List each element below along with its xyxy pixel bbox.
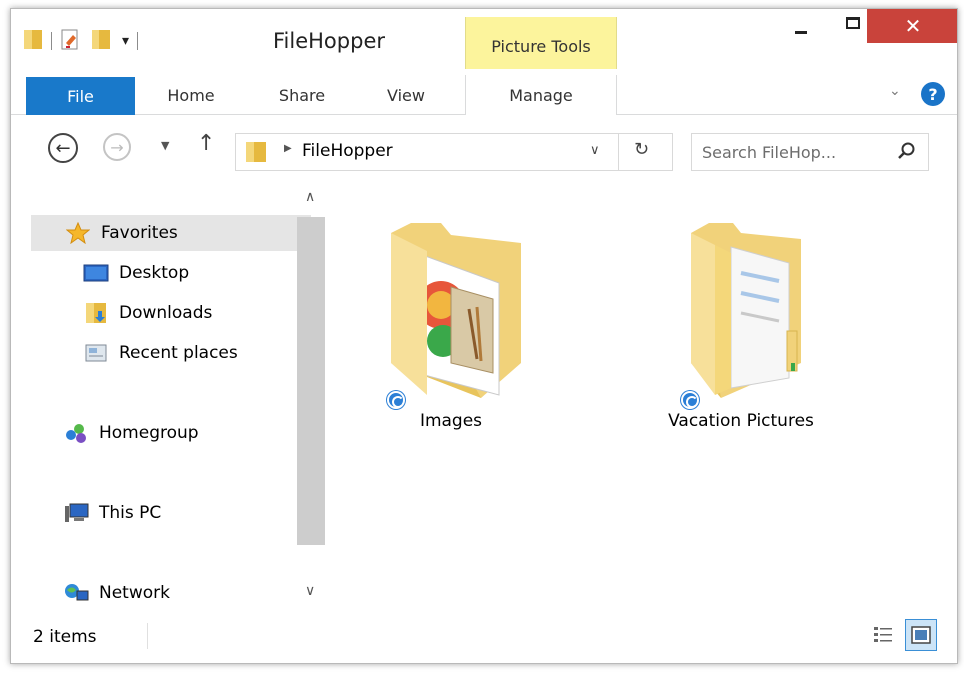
images-folder-icon xyxy=(391,223,521,398)
nav-label: Favorites xyxy=(101,223,178,243)
nav-network[interactable]: Network xyxy=(63,575,170,611)
explorer-window: ▾ FileHopper Picture Tools ✕ File Home S… xyxy=(10,8,958,664)
homegroup-icon xyxy=(63,422,89,444)
close-icon: ✕ xyxy=(904,14,922,38)
navigation-pane: Favorites Desktop Downloads Recent place… xyxy=(11,185,331,615)
downloads-icon xyxy=(83,302,109,324)
search-box[interactable] xyxy=(691,133,929,171)
network-icon xyxy=(63,582,89,604)
maximize-icon xyxy=(846,17,860,29)
nav-desktop[interactable]: Desktop xyxy=(83,255,189,291)
scroll-thumb[interactable] xyxy=(297,217,325,545)
qat-separator xyxy=(51,32,52,50)
ribbon-tabs: File Home Share View Manage ⌄ ? xyxy=(11,75,957,115)
details-view-button[interactable] xyxy=(869,621,897,649)
minimize-icon xyxy=(795,30,807,34)
forward-arrow-icon: → xyxy=(110,137,124,157)
expand-ribbon-icon[interactable]: ⌄ xyxy=(889,83,901,99)
status-bar: 2 items xyxy=(11,615,957,663)
nav-label: Desktop xyxy=(119,263,190,283)
folder-name: Vacation Pictures xyxy=(668,411,814,431)
star-icon xyxy=(65,222,91,244)
quick-access-toolbar: ▾ xyxy=(23,27,139,55)
folder-icon xyxy=(244,140,268,168)
folder-item-images[interactable]: Images xyxy=(341,199,561,439)
address-bar[interactable]: ▶ FileHopper ∨ ↻ xyxy=(235,133,673,171)
up-arrow-icon[interactable]: ↑ xyxy=(197,131,215,156)
nav-this-pc[interactable]: This PC xyxy=(63,495,161,531)
navigation-bar: ← → ▼ ↑ ▶ FileHopper ∨ ↻ xyxy=(11,115,957,185)
window-title: FileHopper xyxy=(273,29,385,53)
computer-icon xyxy=(63,502,89,524)
nav-scrollbar[interactable]: ∧ ∨ xyxy=(297,187,325,607)
nav-favorites[interactable]: Favorites xyxy=(31,215,311,251)
tab-home[interactable]: Home xyxy=(141,75,241,115)
folder-name: Images xyxy=(419,411,483,431)
address-dropdown-icon[interactable]: ∨ xyxy=(590,143,600,158)
properties-icon[interactable] xyxy=(60,27,82,55)
scroll-up-icon[interactable]: ∧ xyxy=(305,189,315,205)
status-separator xyxy=(147,623,148,649)
nav-label: Recent places xyxy=(119,343,238,363)
sync-status-icon xyxy=(387,391,405,409)
title-bar: ▾ FileHopper Picture Tools ✕ xyxy=(11,9,957,75)
nav-recent-places[interactable]: Recent places xyxy=(83,335,238,371)
tab-view[interactable]: View xyxy=(361,75,451,115)
qat-separator xyxy=(137,32,139,50)
large-icons-view-button[interactable] xyxy=(905,619,937,651)
nav-downloads[interactable]: Downloads xyxy=(83,295,212,331)
tab-manage[interactable]: Manage xyxy=(465,75,617,115)
sync-status-icon xyxy=(681,391,699,409)
minimize-button[interactable] xyxy=(779,9,823,43)
back-arrow-icon: ← xyxy=(55,137,71,159)
back-button[interactable]: ← xyxy=(48,133,78,163)
nav-label: Downloads xyxy=(119,303,213,323)
help-icon[interactable]: ? xyxy=(921,82,945,106)
tab-share[interactable]: Share xyxy=(257,75,347,115)
picture-tools-tab-group: Picture Tools xyxy=(465,17,617,69)
forward-button[interactable]: → xyxy=(103,133,131,161)
address-divider xyxy=(618,134,619,170)
folder-item-vacation-pictures[interactable]: Vacation Pictures xyxy=(631,199,851,439)
new-folder-icon[interactable] xyxy=(90,27,112,55)
item-count: 2 items xyxy=(33,627,97,647)
vacation-pictures-folder-icon xyxy=(691,223,801,398)
large-icons-view-icon xyxy=(911,626,931,644)
desktop-icon xyxy=(83,262,109,284)
search-input[interactable] xyxy=(700,140,890,164)
folder-icon[interactable] xyxy=(23,27,43,55)
nav-label: Network xyxy=(99,583,170,603)
scroll-down-icon[interactable]: ∨ xyxy=(305,583,315,599)
nav-label: Homegroup xyxy=(99,423,199,443)
recent-places-icon xyxy=(83,342,109,364)
file-list: Images Vacation Pictures xyxy=(331,185,957,615)
customize-arrow-icon[interactable]: ▾ xyxy=(122,33,129,49)
breadcrumb-chevron-icon[interactable]: ▶ xyxy=(284,143,292,154)
refresh-icon[interactable]: ↻ xyxy=(634,139,649,160)
nav-homegroup[interactable]: Homegroup xyxy=(63,415,199,451)
tab-file[interactable]: File xyxy=(26,77,135,115)
details-view-icon xyxy=(874,627,892,642)
nav-label: This PC xyxy=(99,503,162,523)
search-icon[interactable] xyxy=(897,141,917,165)
recent-locations-icon[interactable]: ▼ xyxy=(161,139,169,152)
breadcrumb-filehopper[interactable]: FileHopper xyxy=(302,141,393,161)
close-button[interactable]: ✕ xyxy=(867,9,957,43)
